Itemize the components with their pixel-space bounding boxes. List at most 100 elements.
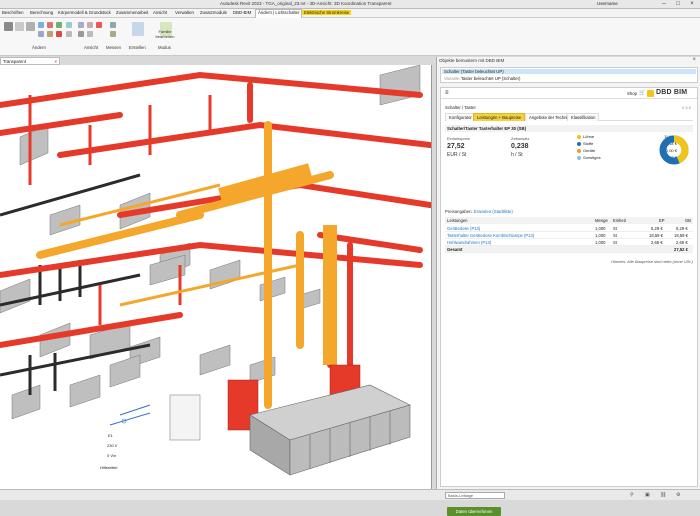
measure-icon[interactable] <box>110 22 116 28</box>
panel-label-ansicht: Ansicht <box>84 45 99 50</box>
tab-leistungen-baupreise[interactable]: Leistungen + Baupreise <box>473 113 526 121</box>
row-name-link[interactable]: Tasterhalter Gerätedose Kombischlampe (P… <box>447 232 534 239</box>
panel-label-modus: Modus <box>158 45 171 50</box>
object-tree: Schalter (Taster beleuchtet UP) Variante… <box>440 67 698 83</box>
cost-donut-chart <box>659 135 689 165</box>
menu-icon[interactable]: ≡ <box>445 90 449 96</box>
row-unit: St <box>613 233 617 238</box>
content-tabs: Konfigurator Leistungen + Baupreise Ange… <box>445 113 693 121</box>
row-ep: 18,59 € <box>649 233 663 238</box>
user-name[interactable]: Username <box>597 1 618 6</box>
legend-dot <box>577 156 581 160</box>
version-label: V 4.0 <box>681 105 691 110</box>
close-icon[interactable]: × <box>686 0 698 9</box>
table-total-row: Gesamt 27,52 € <box>445 246 693 253</box>
modify-icon[interactable] <box>4 22 13 31</box>
align-icon[interactable] <box>38 22 44 28</box>
scale-icon[interactable] <box>66 31 72 37</box>
row-name-link[interactable]: Hohlwandrahmen (P13) <box>447 239 491 246</box>
array-icon[interactable] <box>66 22 72 28</box>
tab-aendern-lichtschalter[interactable]: Ändern | Lichtschalter <box>255 9 303 18</box>
web-content: ≡ Shop 🛒 DBD BIM Schalter / Taster V 4.0… <box>440 87 698 516</box>
unit-price-value: 27,52 <box>447 143 465 150</box>
tab-berechnung[interactable]: Berechnung <box>30 10 53 15</box>
tab-ansicht[interactable]: Ansicht <box>153 10 167 15</box>
net-price-note: Hinweis: Alle Baupreise sind netto (ohne… <box>611 259 693 264</box>
apply-data-button[interactable]: Daten übernehmen <box>447 507 501 516</box>
table-row: Tasterhalter Gerätedose Kombischlampe (P… <box>445 232 693 239</box>
panel-label-messen: Messen <box>106 45 122 50</box>
tab-dbd-bim[interactable]: DBD-BIM <box>233 10 251 15</box>
copy-icon[interactable] <box>38 31 44 37</box>
pin-icon[interactable] <box>78 22 84 28</box>
tab-zusatzmodule[interactable]: Zusatzmodule <box>200 10 227 15</box>
panel-title: Objekte bemustern mit DBD BIM <box>439 58 505 63</box>
cart-icon[interactable]: 🛒 <box>639 90 645 96</box>
cut-icon[interactable] <box>26 22 35 31</box>
table-header: Leistungen Menge Einheit EP GB <box>445 217 693 224</box>
3d-viewport[interactable]: E1 230 V 0 V/n Hilfsmittel <box>0 65 432 489</box>
time-unit: h / St <box>511 152 523 158</box>
col-menge: Menge <box>595 218 608 223</box>
tree-item-variant[interactable]: Variante Taster beleuchtet UP (Schalter) <box>444 76 520 81</box>
row-name-link[interactable]: Gerätedose (P13) <box>447 225 480 232</box>
label-e1: E1 <box>108 433 113 438</box>
workset-select[interactable]: Basis-Leitlage <box>445 492 505 499</box>
label-hilfsmittel: Hilfsmittel <box>100 465 118 470</box>
remove-icon[interactable] <box>96 22 102 28</box>
row-gb: 6,29 € <box>676 226 688 231</box>
web-header: ≡ Shop 🛒 DBD BIM <box>441 88 697 99</box>
tab-koerpermodell[interactable]: Körpermodell & Grundstück <box>58 10 111 15</box>
row-gb: 2,65 € <box>676 240 688 245</box>
settings-icon[interactable]: ⚙ <box>676 492 680 498</box>
link-icon[interactable]: ⛓ <box>660 492 666 498</box>
tab-konfigurator[interactable]: Konfigurator <box>445 113 476 121</box>
legend-dot <box>577 142 581 146</box>
panel-close-icon[interactable]: × <box>692 57 696 63</box>
total-label: Gesamt <box>447 247 463 252</box>
status-bar: Basis-Leitlage ⚲ ▣ ⛓ ⚙ <box>0 489 700 500</box>
row-unit: St <box>613 240 617 245</box>
view-tab[interactable]: Transparent × <box>0 57 60 65</box>
unpin-icon[interactable] <box>87 22 93 28</box>
shop-link[interactable]: Shop <box>627 91 637 96</box>
cost-name: Geräte <box>583 148 596 153</box>
legend-dot <box>577 135 581 139</box>
hide-icon[interactable] <box>87 31 93 37</box>
dbd-bim-panel: Objekte bemustern mit DBD BIM × Schalter… <box>436 57 700 516</box>
col-ep: EP <box>659 218 665 223</box>
tree-item-variant-label: Taster beleuchtet UP (Schalter) <box>460 76 521 81</box>
row-qty: 1,000 <box>595 233 606 238</box>
tree-item-schalter[interactable]: Schalter (Taster beleuchtet UP) <box>442 69 696 74</box>
move-icon[interactable] <box>56 22 62 28</box>
table-row: Hohlwandrahmen (P13) 1,000 St 2,65 € 2,6… <box>445 239 693 246</box>
time-label: Zeitansatz <box>511 136 530 141</box>
tab-verwalten[interactable]: Verwalten <box>175 10 194 15</box>
clipboard-icon[interactable] <box>15 22 24 31</box>
filter-icon[interactable]: ⚲ <box>630 492 634 498</box>
row-ep: 6,29 € <box>651 226 663 231</box>
col-einheit: Einheit <box>613 218 626 223</box>
edit-family-label: Familie bearbeiten <box>155 29 175 39</box>
col-leistungen: Leistungen <box>447 218 468 223</box>
minimize-icon[interactable]: – <box>658 0 670 9</box>
price-source-link[interactable]: Erwarten (Stadtliste) <box>474 209 513 214</box>
selection-icon[interactable]: ▣ <box>645 492 650 498</box>
tab-beschriften[interactable]: Beschriften <box>2 10 24 15</box>
close-view-icon[interactable]: × <box>54 58 57 65</box>
tab-zusammenarbeit[interactable]: Zusammenarbeit <box>116 10 148 15</box>
maximize-icon[interactable]: □ <box>672 0 684 9</box>
ribbon-tabs: Beschriften Berechnung Körpermodell & Gr… <box>0 9 700 18</box>
label-voltage: 230 V <box>107 443 118 448</box>
view-icon[interactable] <box>78 31 84 37</box>
delete-icon[interactable] <box>56 31 62 37</box>
dimension-icon[interactable] <box>110 31 116 37</box>
section-title: Schalter/Taster Tasterhalter EP 30 (SB) <box>445 125 693 132</box>
rotate-icon[interactable] <box>47 31 53 37</box>
tab-elektrische-stromkreise[interactable]: Elektrische Stromkreise <box>302 10 352 15</box>
mirror-icon[interactable] <box>47 22 53 28</box>
tab-klassifikation[interactable]: Klassifikation <box>567 113 600 121</box>
tree-variant-prefix: Variante <box>444 76 460 81</box>
create-group-icon[interactable] <box>132 22 144 36</box>
unit-price-label: Einheitspreis <box>447 136 470 141</box>
